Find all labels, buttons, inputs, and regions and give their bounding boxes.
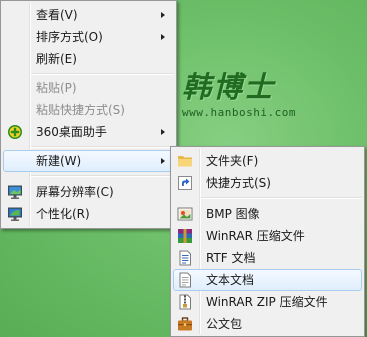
submenu-arrow-icon <box>161 129 165 135</box>
folder-icon <box>178 156 192 167</box>
menu-item-label: 粘贴快捷方式(S) <box>36 103 125 117</box>
menu-item-paste: 粘贴(P) <box>3 77 174 99</box>
new-item-winrar-archive[interactable]: WinRAR 压缩文件 <box>173 225 362 247</box>
new-item-rtf-document[interactable]: RTF 文档 <box>173 247 362 269</box>
menu-item-paste-shortcut: 粘贴快捷方式(S) <box>3 99 174 121</box>
monitor-icon <box>8 185 22 199</box>
briefcase-icon <box>178 317 192 331</box>
bmp-image-icon <box>177 207 193 221</box>
menu-separator <box>201 197 362 199</box>
watermark-url: www.hanboshi.com <box>182 106 296 119</box>
submenu-arrow-icon <box>161 12 165 18</box>
menu-separator <box>31 73 174 75</box>
360-assistant-icon <box>8 125 22 139</box>
new-item-bmp-image[interactable]: BMP 图像 <box>173 203 362 225</box>
new-item-winrar-zip-archive[interactable]: WinRAR ZIP 压缩文件 <box>173 291 362 313</box>
personalize-icon <box>8 207 22 221</box>
menu-item-personalize[interactable]: 个性化(R) <box>3 203 174 225</box>
menu-item-label: 排序方式(O) <box>36 30 103 44</box>
text-document-icon <box>179 272 191 288</box>
menu-item-label: WinRAR 压缩文件 <box>206 229 305 243</box>
menu-item-label: 个性化(R) <box>36 207 90 221</box>
shortcut-icon <box>178 176 192 190</box>
submenu-arrow-icon <box>161 34 165 40</box>
menu-item-label: WinRAR ZIP 压缩文件 <box>206 295 328 309</box>
menu-item-label: 刷新(E) <box>36 52 77 66</box>
menu-item-label: 新建(W) <box>36 154 82 168</box>
menu-item-label: 粘贴(P) <box>36 81 77 95</box>
menu-item-label: 查看(V) <box>36 8 78 22</box>
watermark: 韩博士 www.hanboshi.com <box>182 70 296 119</box>
menu-item-label: 文本文档 <box>206 273 255 287</box>
menu-item-label: 屏幕分辨率(C) <box>36 185 114 199</box>
new-submenu: 文件夹(F) 快捷方式(S) BMP 图像 WinRAR 压缩文件 RTF 文档… <box>170 146 365 337</box>
menu-item-refresh[interactable]: 刷新(E) <box>3 48 174 70</box>
watermark-title: 韩博士 <box>182 70 276 104</box>
menu-item-view[interactable]: 查看(V) <box>3 4 174 26</box>
new-item-shortcut[interactable]: 快捷方式(S) <box>173 172 362 194</box>
desktop-context-menu: 查看(V) 排序方式(O) 刷新(E) 粘贴(P) 粘贴快捷方式(S) 360桌… <box>0 0 177 229</box>
menu-item-label: 文件夹(F) <box>206 154 259 168</box>
menu-item-label: RTF 文档 <box>206 251 256 265</box>
winrar-zip-icon <box>179 294 191 310</box>
menu-item-label: 360桌面助手 <box>36 125 107 139</box>
menu-item-360-desktop-assistant[interactable]: 360桌面助手 <box>3 121 174 143</box>
menu-item-new[interactable]: 新建(W) <box>3 150 174 172</box>
new-item-text-document[interactable]: 文本文档 <box>173 269 362 291</box>
menu-separator <box>31 175 174 177</box>
menu-item-sort-by[interactable]: 排序方式(O) <box>3 26 174 48</box>
menu-item-label: BMP 图像 <box>206 207 260 221</box>
new-item-folder[interactable]: 文件夹(F) <box>173 150 362 172</box>
menu-separator <box>31 146 174 148</box>
new-item-briefcase[interactable]: 公文包 <box>173 313 362 335</box>
menu-item-screen-resolution[interactable]: 屏幕分辨率(C) <box>3 181 174 203</box>
menu-item-label: 公文包 <box>206 317 243 331</box>
submenu-arrow-icon <box>161 158 165 164</box>
winrar-archive-icon <box>178 229 192 243</box>
menu-item-label: 快捷方式(S) <box>206 176 271 190</box>
rtf-document-icon <box>179 250 191 266</box>
